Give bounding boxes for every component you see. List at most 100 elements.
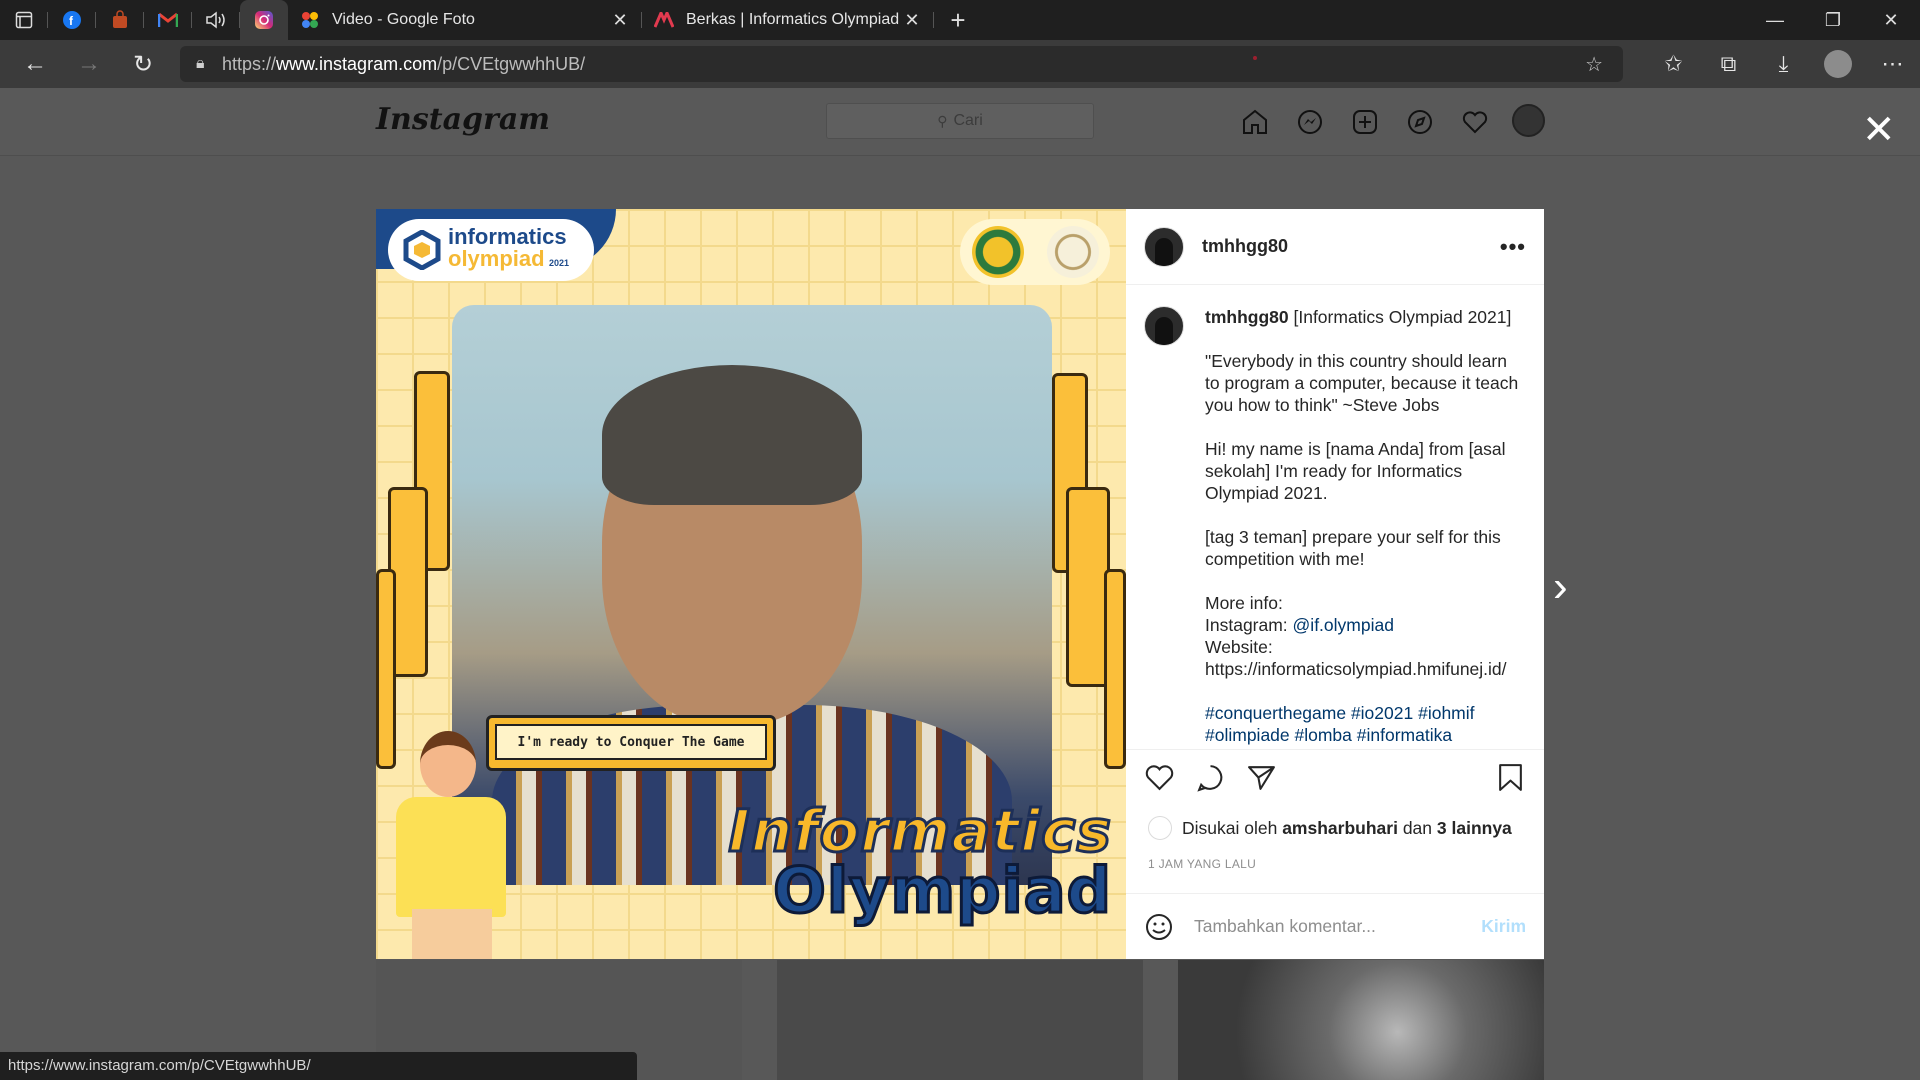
caption-website: https://informaticsolympiad.hmifunej.id/ xyxy=(1205,659,1507,679)
instagram-handle-link[interactable]: @if.olympiad xyxy=(1293,615,1394,635)
comment-icon[interactable] xyxy=(1195,762,1226,793)
tab-informatics-olympiad[interactable]: Berkas | Informatics Olympiad ✕ xyxy=(642,0,934,40)
grid-thumbnail[interactable] xyxy=(777,960,1143,1080)
profile-avatar-button[interactable] xyxy=(1512,104,1545,137)
new-post-button[interactable] xyxy=(1347,104,1382,139)
plus-icon: + xyxy=(950,4,966,35)
more-options-icon[interactable]: ••• xyxy=(1500,234,1526,260)
comment-input[interactable] xyxy=(1194,916,1482,937)
home-icon xyxy=(1242,109,1267,134)
downloads-button[interactable]: ⤓ xyxy=(1756,51,1811,77)
collections-button[interactable]: ⧉ xyxy=(1701,51,1756,77)
search-input[interactable]: ⚲ Cari xyxy=(826,103,1094,139)
pinned-tab-facebook[interactable]: f xyxy=(48,0,96,40)
post-panel: tmhhgg80 ••• tmhhgg80 [Informatics Olymp… xyxy=(1126,209,1544,959)
instagram-header: Instagram ⚲ Cari xyxy=(0,88,1920,156)
emoji-icon[interactable] xyxy=(1144,912,1174,942)
tab-label: Berkas | Informatics Olympiad xyxy=(686,11,900,28)
pinned-tab-shop[interactable] xyxy=(96,0,144,40)
image-title-line2: Olympiad xyxy=(772,854,1113,927)
tab-google-photos[interactable]: Video - Google Foto ✕ xyxy=(288,0,642,40)
cartoon-head xyxy=(420,731,476,797)
lock-icon: 🔒︎ xyxy=(196,55,205,72)
caption-instagram-label: Instagram: xyxy=(1205,615,1293,635)
tab-actions-button[interactable] xyxy=(0,0,48,40)
pinned-tab-gmail[interactable] xyxy=(144,0,192,40)
organization-seal-icon xyxy=(1046,226,1099,278)
url-host: www.instagram.com xyxy=(276,53,438,74)
cartoon-legs xyxy=(412,909,492,959)
speaker-icon xyxy=(206,11,225,29)
instagram-nav xyxy=(1237,104,1545,139)
restore-button[interactable]: ❐ xyxy=(1804,0,1862,40)
home-button[interactable] xyxy=(1237,104,1272,139)
search-icon: ⚲ xyxy=(937,112,948,129)
instagram-logo[interactable]: Instagram xyxy=(376,102,550,137)
favorites-button[interactable]: ✩ xyxy=(1646,51,1701,77)
image-title-line1: Informatics xyxy=(727,797,1113,865)
hashtags-line[interactable]: #conquerthegame #io2021 #iohmif xyxy=(1205,703,1475,723)
like-heart-icon[interactable] xyxy=(1144,762,1175,793)
university-logos xyxy=(960,219,1110,285)
post-timestamp[interactable]: 1 JAM YANG LALU xyxy=(1148,857,1256,871)
download-icon: ⤓ xyxy=(1778,51,1789,76)
compass-icon xyxy=(1407,109,1432,134)
close-tab-icon[interactable]: ✕ xyxy=(902,10,922,31)
refresh-button[interactable]: ↻ xyxy=(116,40,170,88)
new-tab-button[interactable]: + xyxy=(934,0,982,40)
close-window-button[interactable]: ✕ xyxy=(1862,0,1920,40)
likes-prefix: Disukai oleh xyxy=(1182,817,1278,838)
explore-button[interactable] xyxy=(1402,104,1437,139)
post-image[interactable]: informatics olympiad 2021 I'm ready to C… xyxy=(376,209,1126,959)
caption-username[interactable]: tmhhgg80 xyxy=(1205,307,1289,327)
add-post-icon xyxy=(1352,109,1377,134)
notification-dot xyxy=(1253,56,1257,60)
logo-text-informatics: informatics xyxy=(448,224,567,249)
cartoon-body xyxy=(396,797,506,917)
address-bar[interactable]: 🔒︎ https://www.instagram.com/p/CVEtgwwhh… xyxy=(180,46,1623,82)
profile-avatar[interactable] xyxy=(1824,50,1852,78)
grid-thumbnail[interactable] xyxy=(1178,960,1544,1080)
url-scheme: https:// xyxy=(222,53,277,74)
arrow-left-icon: ← xyxy=(23,50,47,77)
close-modal-button[interactable]: ✕ xyxy=(1862,110,1896,150)
photo-hair xyxy=(602,365,862,505)
status-bar-url: https://www.instagram.com/p/CVEtgwwhhUB/ xyxy=(0,1052,637,1080)
back-button[interactable]: ← xyxy=(8,40,62,88)
save-button[interactable] xyxy=(1495,762,1526,798)
likes-others-link[interactable]: 3 lainnya xyxy=(1437,818,1512,839)
pinned-tab-instagram[interactable] xyxy=(240,0,288,40)
decor-pillar xyxy=(1104,569,1126,769)
more-icon: ⋯ xyxy=(1881,51,1904,76)
liker-avatar[interactable] xyxy=(1148,816,1172,840)
settings-menu-button[interactable]: ⋯ xyxy=(1865,51,1920,77)
author-username[interactable]: tmhhgg80 xyxy=(1202,236,1500,257)
close-tab-icon[interactable]: ✕ xyxy=(610,10,630,31)
pinned-tab-audio[interactable] xyxy=(192,0,240,40)
add-favorite-icon[interactable]: ☆ xyxy=(1585,52,1603,77)
logo-year: 2021 xyxy=(549,258,570,268)
next-post-button[interactable]: › xyxy=(1553,562,1568,612)
caption-title: [Informatics Olympiad 2021] xyxy=(1288,307,1512,327)
caption-area[interactable]: tmhhgg80 [Informatics Olympiad 2021] "Ev… xyxy=(1126,286,1544,748)
caption-avatar[interactable] xyxy=(1144,306,1184,346)
author-avatar[interactable] xyxy=(1144,226,1184,267)
post-header: tmhhgg80 ••• xyxy=(1126,209,1544,285)
speech-box: I'm ready to Conquer The Game xyxy=(486,715,776,771)
minimize-button[interactable]: — xyxy=(1746,0,1804,40)
forward-button[interactable]: → xyxy=(62,40,116,88)
hexagon-logo-icon xyxy=(403,230,441,270)
tab-actions-icon xyxy=(15,11,33,29)
hashtags-line[interactable]: #olimpiade #lomba #informatika xyxy=(1205,725,1452,745)
university-seal-icon xyxy=(971,226,1024,278)
chevron-right-icon: › xyxy=(1553,562,1568,611)
share-icon[interactable] xyxy=(1246,762,1277,793)
direct-button[interactable] xyxy=(1292,104,1327,139)
likes-summary: Disukai oleh amsharbuhari dan 3 lainnya xyxy=(1148,816,1512,840)
activity-button[interactable] xyxy=(1457,104,1492,139)
liker-username[interactable]: amsharbuhari xyxy=(1282,818,1398,839)
messenger-icon xyxy=(1297,109,1322,134)
caption-tag: [tag 3 teman] prepare your self for this… xyxy=(1205,527,1501,569)
post-comment-button[interactable]: Kirim xyxy=(1481,916,1526,937)
arrow-right-icon: → xyxy=(77,50,101,77)
